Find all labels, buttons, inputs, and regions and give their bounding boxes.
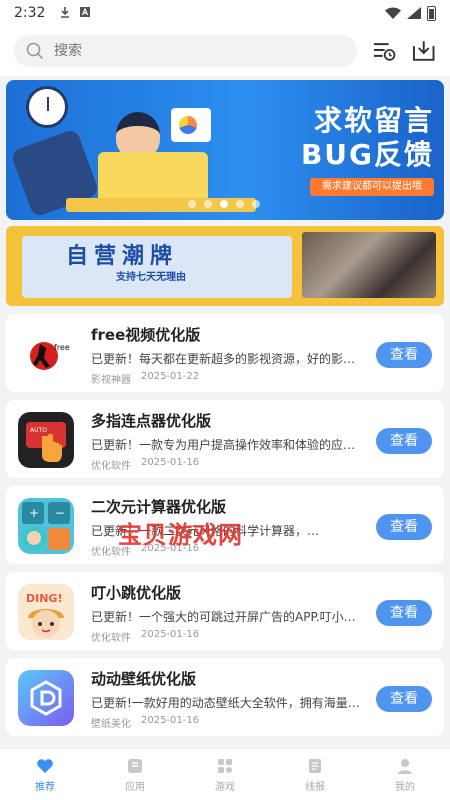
banner-title: 求软留言 [313, 104, 434, 137]
history-list-icon[interactable] [371, 38, 396, 64]
clock-illustration [26, 86, 68, 128]
app-card[interactable]: AUTO 多指连点器优化版 已更新！一款专为用户提高操作效率和体验的应用… 优化… [6, 400, 444, 478]
svg-text:DING!: DING! [26, 592, 62, 605]
app-category: 壁纸美化 [91, 719, 131, 730]
app-description: 已更新！一款专为用户提高操作效率和体验的应用… [91, 438, 366, 452]
pagination-dot-active[interactable] [220, 200, 228, 208]
tab-apps[interactable]: 应用 [90, 749, 180, 800]
app-description: 已更新！每天都在更新超多的影视资源，好的影视… [91, 352, 366, 366]
battery-icon [427, 5, 436, 21]
banner-title-2: BUG反馈 [300, 138, 434, 171]
app-icon [128, 758, 142, 773]
banner-subtitle: 需求建议都可以提出哦 [310, 178, 434, 196]
app-date: 2025-01-16 [141, 715, 200, 726]
app-name: 动动壁纸优化版 [91, 670, 197, 688]
tab-label: 游戏 [215, 781, 235, 793]
app-description: 已更新！一个强大的可跳过开屏广告的APP.叮小跳… [91, 610, 366, 624]
status-right [385, 5, 436, 21]
tab-label: 应用 [125, 781, 145, 793]
app-category: 优化软件 [91, 461, 131, 472]
tab-label: 线报 [305, 781, 325, 793]
search-input[interactable] [54, 43, 334, 59]
svg-text:free: free [54, 343, 70, 352]
tab-label: 推荐 [35, 781, 55, 793]
ad-banner[interactable]: 自营潮牌 支持七天无理由 [6, 226, 444, 306]
wifi-icon [385, 7, 401, 19]
status-bar: 2:32 [0, 0, 450, 26]
svg-text:AUTO: AUTO [30, 427, 47, 434]
dynamic-wallpaper-app-icon [18, 670, 74, 726]
pagination-dot[interactable] [188, 200, 196, 208]
tab-news[interactable]: 线报 [270, 749, 360, 800]
grid-icon [218, 758, 232, 773]
tab-games[interactable]: 游戏 [180, 749, 270, 800]
app-date: 2025-01-16 [141, 457, 200, 468]
app-date: 2025-01-16 [141, 629, 200, 640]
view-button[interactable]: 查看 [376, 428, 432, 454]
view-button[interactable]: 查看 [376, 342, 432, 368]
view-button[interactable]: 查看 [376, 514, 432, 540]
tab-me[interactable]: 我的 [360, 749, 450, 800]
banner-text-panel: 求软留言 BUG反馈 需求建议都可以提出哦 [258, 104, 434, 204]
notification-a-icon [79, 6, 91, 21]
app-name: 多指连点器优化版 [91, 412, 212, 430]
app-date: 2025-01-22 [141, 371, 200, 382]
app-name: 二次元计算器优化版 [91, 498, 227, 516]
pagination-dot[interactable] [236, 200, 244, 208]
ad-photo [302, 232, 436, 298]
app-card[interactable]: free free视频优化版 已更新！每天都在更新超多的影视资源，好的影视… 影… [6, 314, 444, 392]
pagination-dot[interactable] [252, 200, 260, 208]
ding-skip-app-icon: DING! [18, 584, 74, 640]
status-time: 2:32 [14, 5, 46, 21]
app-description: 已更新!一款好用的动态壁纸大全软件，拥有海量… [91, 696, 360, 710]
app-name: free视频优化版 [91, 326, 201, 344]
heart-icon [37, 758, 53, 773]
ad-subtitle: 支持七天无理由 [116, 272, 186, 283]
view-button[interactable]: 查看 [376, 600, 432, 626]
bottom-tab-bar: 推荐 应用 游戏 线报 我的 [0, 748, 450, 800]
view-button[interactable]: 查看 [376, 686, 432, 712]
free-video-app-icon: free [18, 326, 74, 382]
app-name: 叮小跳优化版 [91, 584, 182, 602]
anime-calculator-app-icon: + − [18, 498, 74, 554]
chart-illustration [171, 108, 211, 142]
pagination-dot[interactable] [204, 200, 212, 208]
app-category: 影视神器 [91, 375, 131, 386]
tab-label: 我的 [395, 781, 415, 793]
app-card[interactable]: DING! 叮小跳优化版 已更新！一个强大的可跳过开屏广告的APP.叮小跳… 优… [6, 572, 444, 650]
document-icon [309, 758, 321, 773]
ad-title: 自营潮牌 [66, 244, 179, 269]
search-bar[interactable] [14, 35, 358, 67]
download-manager-icon[interactable] [411, 38, 436, 64]
promo-banner[interactable]: 求软留言 BUG反馈 需求建议都可以提出哦 [6, 80, 444, 220]
user-icon [398, 758, 412, 774]
download-status-icon [59, 6, 71, 21]
svg-text:−: − [55, 506, 65, 520]
banner-pagination [188, 200, 260, 208]
app-category: 优化软件 [91, 633, 131, 644]
site-watermark: 宝贝游戏网 [118, 521, 243, 549]
top-bar [0, 26, 450, 76]
app-card[interactable]: 动动壁纸优化版 已更新!一款好用的动态壁纸大全软件，拥有海量… 壁纸美化 202… [6, 658, 444, 736]
svg-text:+: + [29, 506, 39, 520]
tab-recommend[interactable]: 推荐 [0, 749, 90, 800]
search-icon [26, 42, 44, 60]
signal-icon [407, 7, 421, 19]
multi-tap-app-icon: AUTO [18, 412, 74, 468]
laptop-illustration [98, 152, 208, 204]
